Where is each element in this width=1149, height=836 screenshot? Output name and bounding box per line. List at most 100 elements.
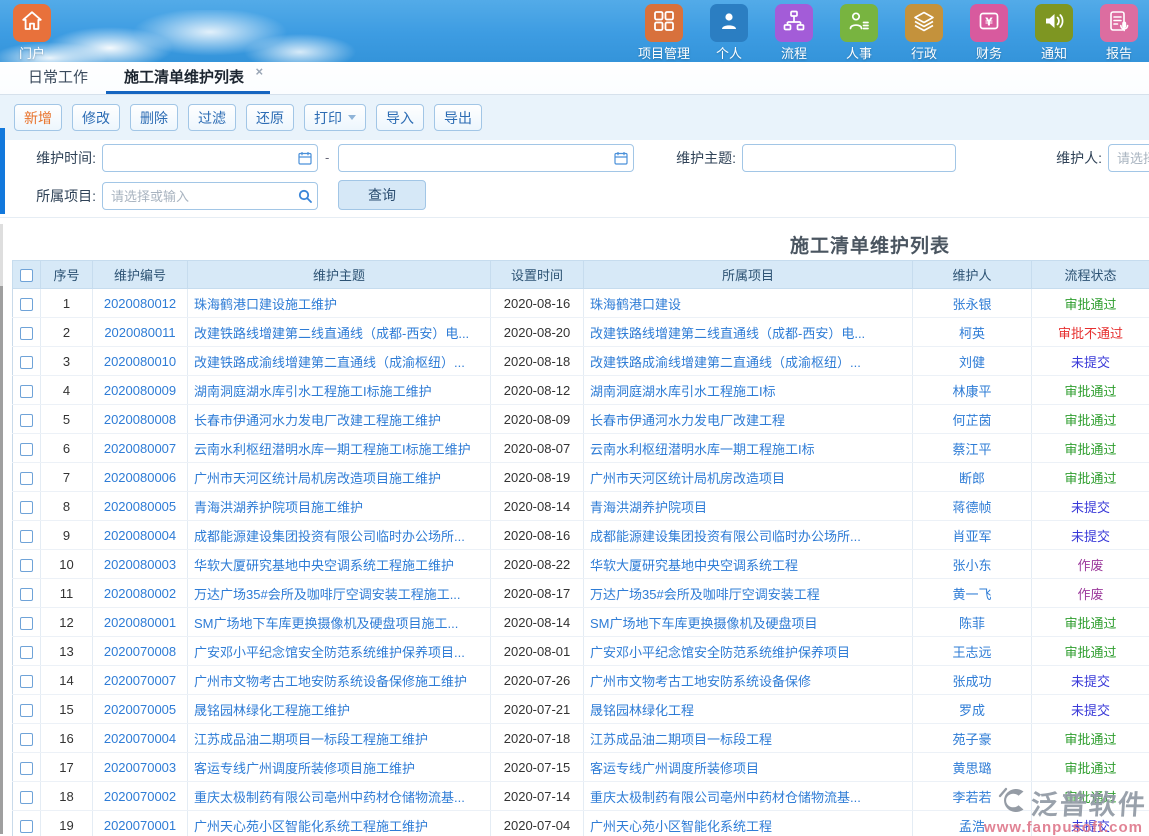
table-row[interactable]: 17 2020070003 客运专线广州调度所装修项目施工维护 2020-07-… — [13, 753, 1149, 782]
maintainer-link[interactable]: 肖亚军 — [952, 529, 991, 544]
calendar-icon[interactable] — [298, 151, 312, 165]
maintenance-subject-link[interactable]: 广安邓小平纪念馆安全防范系统维护保养项目... — [194, 645, 465, 660]
maintenance-code-link[interactable]: 2020080008 — [104, 412, 176, 427]
maintenance-code-link[interactable]: 2020080009 — [104, 383, 176, 398]
project-link[interactable]: 长春市伊通河水力发电厂改建工程 — [590, 413, 785, 428]
import-button[interactable]: 导入 — [376, 104, 424, 131]
maintenance-subject-link[interactable]: 云南水利枢纽潜明水库一期工程施工I标施工维护 — [194, 442, 471, 457]
maintain-time-start-input[interactable] — [102, 144, 318, 172]
restore-button[interactable]: 还原 — [246, 104, 294, 131]
row-checkbox[interactable] — [20, 559, 33, 572]
table-row[interactable]: 3 2020080010 改建铁路成渝线增建第二直通线（成渝枢纽）... 202… — [13, 347, 1149, 376]
nav-item-admin[interactable]: 行政 — [898, 4, 950, 62]
project-link[interactable]: 广州市天河区统计局机房改造项目 — [590, 471, 785, 486]
nav-item-report[interactable]: 报告 — [1093, 4, 1145, 62]
row-checkbox[interactable] — [20, 385, 33, 398]
row-checkbox[interactable] — [20, 646, 33, 659]
nav-item-personal[interactable]: 个人 — [703, 4, 755, 62]
maintenance-subject-link[interactable]: 珠海鹤港口建设施工维护 — [194, 297, 337, 312]
row-checkbox[interactable] — [20, 762, 33, 775]
maintenance-subject-link[interactable]: 万达广场35#会所及咖啡厅空调安装工程施工... — [194, 587, 461, 602]
maintenance-code-link[interactable]: 2020080012 — [104, 296, 176, 311]
project-link[interactable]: 改建铁路成渝线增建第二直通线（成渝枢纽）... — [590, 355, 861, 370]
table-row[interactable]: 9 2020080004 成都能源建设集团投资有限公司临时办公场所... 202… — [13, 521, 1149, 550]
filter-button[interactable]: 过滤 — [188, 104, 236, 131]
row-checkbox[interactable] — [20, 356, 33, 369]
table-row[interactable]: 8 2020080005 青海洪湖养护院项目施工维护 2020-08-14 青海… — [13, 492, 1149, 521]
nav-item-project-management[interactable]: 项目管理 — [638, 4, 690, 62]
close-icon[interactable]: × — [255, 65, 263, 78]
maintenance-code-link[interactable]: 2020080005 — [104, 499, 176, 514]
table-row[interactable]: 6 2020080007 云南水利枢纽潜明水库一期工程施工I标施工维护 2020… — [13, 434, 1149, 463]
project-link[interactable]: 江苏成品油二期项目一标段工程 — [590, 732, 772, 747]
row-checkbox[interactable] — [20, 327, 33, 340]
project-link[interactable]: 广州天心苑小区智能化系统工程 — [590, 819, 772, 834]
table-row[interactable]: 4 2020080009 湖南洞庭湖水库引水工程施工I标施工维护 2020-08… — [13, 376, 1149, 405]
row-checkbox[interactable] — [20, 501, 33, 514]
left-scrollbar-thumb[interactable] — [0, 286, 3, 834]
add-button[interactable]: 新增 — [14, 104, 62, 131]
query-button[interactable]: 查询 — [338, 180, 426, 210]
table-row[interactable]: 14 2020070007 广州市文物考古工地安防系统设备保修施工维护 2020… — [13, 666, 1149, 695]
maintainer-link[interactable]: 罗成 — [959, 703, 985, 718]
project-link[interactable]: 重庆太极制药有限公司亳州中药材仓储物流基... — [590, 790, 861, 805]
maintenance-code-link[interactable]: 2020080002 — [104, 586, 176, 601]
calendar-icon[interactable] — [614, 151, 628, 165]
project-link[interactable]: 青海洪湖养护院项目 — [590, 500, 707, 515]
maintainer-link[interactable]: 张小东 — [952, 558, 991, 573]
maintainer-link[interactable]: 柯英 — [959, 326, 985, 341]
maintainer-link[interactable]: 王志远 — [952, 645, 991, 660]
project-link[interactable]: 云南水利枢纽潜明水库一期工程施工I标 — [590, 442, 815, 457]
table-row[interactable]: 1 2020080012 珠海鹤港口建设施工维护 2020-08-16 珠海鹤港… — [13, 289, 1149, 318]
print-button[interactable]: 打印 — [304, 104, 366, 131]
project-input[interactable] — [102, 182, 318, 210]
maintenance-code-link[interactable]: 2020080003 — [104, 557, 176, 572]
project-link[interactable]: 改建铁路线增建第二线直通线（成都-西安）电... — [590, 326, 865, 341]
maintainer-link[interactable]: 黄一飞 — [952, 587, 991, 602]
row-checkbox[interactable] — [20, 791, 33, 804]
nav-item-workflow[interactable]: 流程 — [768, 4, 820, 62]
maintenance-code-link[interactable]: 2020080011 — [104, 325, 175, 340]
maintainer-link[interactable]: 刘健 — [959, 355, 985, 370]
project-link[interactable]: 万达广场35#会所及咖啡厅空调安装工程 — [590, 587, 820, 602]
maintenance-code-link[interactable]: 2020070001 — [104, 818, 176, 833]
maintenance-subject-link[interactable]: 重庆太极制药有限公司亳州中药材仓储物流基... — [194, 790, 465, 805]
project-link[interactable]: 华软大厦研究基地中央空调系统工程 — [590, 558, 798, 573]
delete-button[interactable]: 删除 — [130, 104, 178, 131]
maintenance-code-link[interactable]: 2020070002 — [104, 789, 176, 804]
maintainer-link[interactable]: 何芷茵 — [952, 413, 991, 428]
table-row[interactable]: 11 2020080002 万达广场35#会所及咖啡厅空调安装工程施工... 2… — [13, 579, 1149, 608]
maintainer-link[interactable]: 张成功 — [952, 674, 991, 689]
row-checkbox[interactable] — [20, 443, 33, 456]
project-link[interactable]: 广州市文物考古工地安防系统设备保修 — [590, 674, 811, 689]
maintenance-code-link[interactable]: 2020070008 — [104, 644, 176, 659]
table-row[interactable]: 5 2020080008 长春市伊通河水力发电厂改建工程施工维护 2020-08… — [13, 405, 1149, 434]
row-checkbox[interactable] — [20, 414, 33, 427]
maintenance-subject-link[interactable]: 长春市伊通河水力发电厂改建工程施工维护 — [194, 413, 441, 428]
row-checkbox[interactable] — [20, 820, 33, 833]
maintenance-subject-link[interactable]: 广州市天河区统计局机房改造项目施工维护 — [194, 471, 441, 486]
row-checkbox[interactable] — [20, 733, 33, 746]
maintenance-subject-link[interactable]: 晟铭园林绿化工程施工维护 — [194, 703, 350, 718]
maintenance-code-link[interactable]: 2020080004 — [104, 528, 176, 543]
maintainer-link[interactable]: 陈菲 — [959, 616, 985, 631]
maintenance-subject-link[interactable]: 改建铁路线增建第二线直通线（成都-西安）电... — [194, 326, 469, 341]
maintenance-subject-link[interactable]: 改建铁路成渝线增建第二直通线（成渝枢纽）... — [194, 355, 465, 370]
project-link[interactable]: 客运专线广州调度所装修项目 — [590, 761, 759, 776]
maintenance-subject-link[interactable]: 湖南洞庭湖水库引水工程施工I标施工维护 — [194, 384, 432, 399]
maintenance-code-link[interactable]: 2020080001 — [104, 615, 176, 630]
project-link[interactable]: SM广场地下车库更换摄像机及硬盘项目 — [590, 616, 818, 631]
table-row[interactable]: 7 2020080006 广州市天河区统计局机房改造项目施工维护 2020-08… — [13, 463, 1149, 492]
maintenance-subject-link[interactable]: 青海洪湖养护院项目施工维护 — [194, 500, 363, 515]
table-row[interactable]: 15 2020070005 晟铭园林绿化工程施工维护 2020-07-21 晟铭… — [13, 695, 1149, 724]
maintainer-link[interactable]: 苑子豪 — [952, 732, 991, 747]
maintenance-code-link[interactable]: 2020070003 — [104, 760, 176, 775]
edit-button[interactable]: 修改 — [72, 104, 120, 131]
maintenance-subject-link[interactable]: 广州市文物考古工地安防系统设备保修施工维护 — [194, 674, 467, 689]
project-link[interactable]: 珠海鹤港口建设 — [590, 297, 681, 312]
maintenance-code-link[interactable]: 2020080007 — [104, 441, 176, 456]
select-all-checkbox[interactable] — [20, 269, 33, 282]
maintenance-code-link[interactable]: 2020080006 — [104, 470, 176, 485]
row-checkbox[interactable] — [20, 704, 33, 717]
row-checkbox[interactable] — [20, 530, 33, 543]
